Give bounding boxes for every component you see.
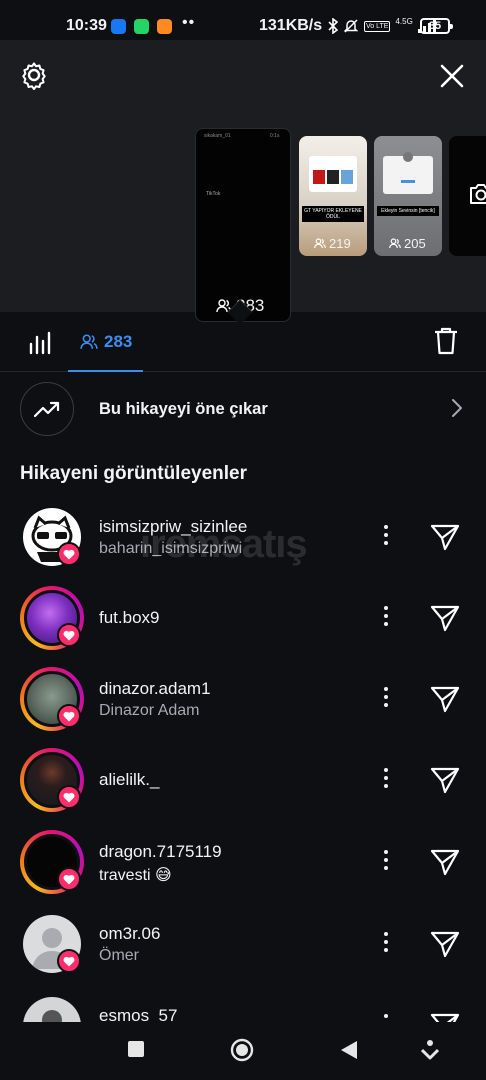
story-card-previous-2[interactable]: Ekleyin Sevinsin [tencik] 205 [374, 136, 442, 256]
avatar[interactable] [20, 912, 84, 976]
more-options-icon[interactable] [380, 768, 392, 792]
bluetooth-icon [328, 18, 338, 34]
more-options-icon[interactable] [380, 525, 392, 549]
heart-icon [57, 949, 81, 973]
more-options-icon[interactable] [380, 850, 392, 874]
story-header: sikakam_01 [204, 133, 231, 139]
viewer-username: fut.box9 [99, 608, 160, 627]
people-icon [80, 334, 98, 349]
more-options-icon[interactable] [380, 932, 392, 956]
bell-muted-icon [343, 19, 359, 33]
story-card-current[interactable]: sikakam_01 0:1s TikTok 283 [195, 128, 291, 322]
trending-up-icon [34, 401, 60, 418]
facebook-app-icon [111, 19, 126, 34]
home-button[interactable] [230, 1038, 254, 1062]
viewer-username: dinazor.adam1 [99, 679, 211, 698]
people-icon [314, 238, 326, 249]
close-icon[interactable] [440, 64, 464, 88]
viewer-full-name: travesti 😅 [99, 867, 172, 884]
paper-plane-icon[interactable] [430, 604, 460, 632]
viewer-row[interactable]: fut.box9 [0, 586, 486, 666]
network-type: 4.5G [395, 16, 413, 26]
promote-story-row[interactable]: Bu hikayeyi öne çıkar [20, 382, 466, 438]
hide-nav-button[interactable] [421, 1040, 439, 1060]
viewer-row[interactable]: alielilk._ [0, 748, 486, 828]
viewer-username: esmos_57 [99, 1006, 178, 1022]
promote-label: Bu hikayeyi öne çıkar [99, 400, 268, 418]
avatar-image [23, 997, 81, 1022]
story-thumb-image [309, 156, 357, 192]
people-icon [389, 238, 401, 249]
tab-viewers-count: 283 [104, 332, 133, 351]
story-time: 0:1s [270, 133, 280, 139]
message-app-icon [134, 19, 149, 34]
story-viewer-count: 219 [314, 236, 351, 251]
story-thumb-label: GT YAPIYOR EKLEYENE ÖDÜL [302, 206, 364, 222]
system-nav-bar [0, 1022, 486, 1080]
more-options-icon[interactable] [380, 606, 392, 630]
story-card-previous-1[interactable]: GT YAPIYOR EKLEYENE ÖDÜL 219 [299, 136, 367, 256]
more-notifications-icon: •• [182, 14, 196, 31]
back-button[interactable] [340, 1040, 358, 1060]
gear-icon[interactable] [20, 60, 48, 90]
avatar[interactable] [20, 830, 84, 894]
avatar[interactable] [20, 748, 84, 812]
heart-icon [57, 704, 81, 728]
watermark: iremsatış [140, 522, 308, 566]
bar-chart-icon[interactable] [28, 331, 52, 355]
more-options-icon[interactable] [380, 687, 392, 711]
story-viewer-count: 205 [389, 236, 426, 251]
viewer-row[interactable]: dinazor.adam1 Dinazor Adam [0, 667, 486, 747]
more-options-icon[interactable] [380, 1014, 392, 1022]
viewer-row[interactable]: esmos_57 [0, 994, 486, 1022]
avatar[interactable] [20, 586, 84, 650]
paper-plane-icon[interactable] [430, 685, 460, 713]
story-tray: sikakam_01 0:1s TikTok 283 GT YAPIYOR EK… [0, 40, 486, 322]
viewer-full-name: Ömer [99, 947, 139, 964]
network-speed: 131KB/s [259, 17, 323, 34]
story-thumb-label: Ekleyin Sevinsin [tencik] [377, 206, 439, 216]
viewer-row[interactable]: dragon.7175119 travesti 😅 [0, 830, 486, 910]
paper-plane-icon[interactable] [430, 523, 460, 551]
trash-icon[interactable] [434, 327, 458, 355]
avatar[interactable] [20, 994, 84, 1022]
viewers-section-title: Hikayeni görüntüleyenler [20, 463, 248, 484]
heart-icon [57, 867, 81, 891]
battery-indicator: 35 [420, 18, 453, 34]
promote-icon-circle [20, 382, 74, 436]
add-story-card[interactable] [449, 136, 486, 256]
tiktok-watermark: TikTok [206, 191, 221, 197]
heart-icon [57, 785, 81, 809]
story-viewer-count-value: 219 [329, 236, 351, 251]
camera-icon [470, 184, 486, 204]
paper-plane-icon[interactable] [430, 848, 460, 876]
shop-app-icon [157, 19, 172, 34]
viewer-username: om3r.06 [99, 924, 161, 943]
volte-badge: Vo LTE [364, 20, 391, 32]
viewer-username: alielilk._ [99, 770, 160, 789]
heart-icon [57, 623, 81, 647]
story-thumb-image [383, 152, 433, 194]
paper-plane-icon[interactable] [430, 1012, 460, 1022]
chevron-right-icon [452, 399, 462, 417]
story-viewer-count-value: 205 [404, 236, 426, 251]
paper-plane-icon[interactable] [430, 930, 460, 958]
recent-apps-button[interactable] [127, 1040, 145, 1058]
story-stats-tabs: 283 [0, 312, 486, 372]
viewer-row[interactable]: om3r.06 Ömer [0, 912, 486, 992]
status-time: 10:39 [66, 17, 107, 34]
avatar[interactable] [20, 667, 84, 731]
viewer-username: dragon.7175119 [99, 842, 222, 861]
heart-icon [57, 542, 81, 566]
paper-plane-icon[interactable] [430, 766, 460, 794]
avatar[interactable] [20, 505, 84, 569]
viewer-full-name: Dinazor Adam [99, 702, 200, 719]
tab-viewers[interactable]: 283 [68, 312, 143, 372]
status-bar: 10:39 •• 131KB/s Vo LTE 4.5G 35 [0, 0, 486, 40]
